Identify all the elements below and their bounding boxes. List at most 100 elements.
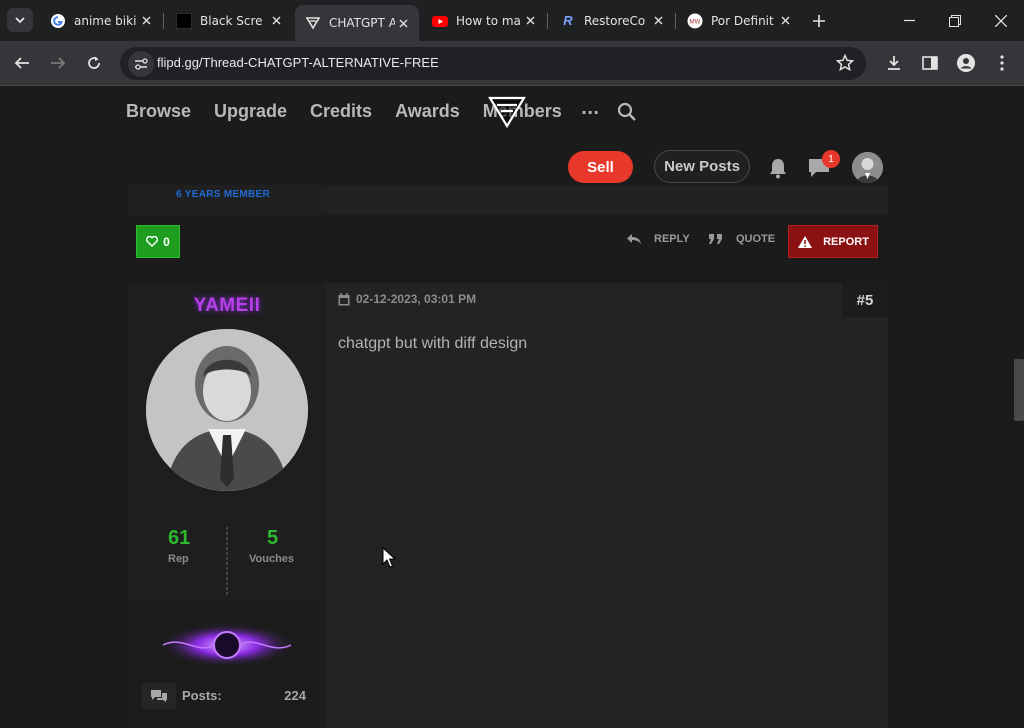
address-bar[interactable]: flipd.gg/Thread-CHATGPT-ALTERNATIVE-FREE: [120, 47, 866, 80]
mw-icon: MW: [687, 13, 703, 29]
nav-credits[interactable]: Credits: [310, 101, 372, 122]
post-author-sidebar: YAMEII 61 Rep 5 Vouches Posts: 224: [128, 283, 326, 728]
tab-black-screen[interactable]: Black Scre: [166, 7, 292, 34]
close-icon[interactable]: [138, 13, 154, 29]
post-5: YAMEII 61 Rep 5 Vouches Posts: 224 02-12…: [128, 283, 888, 728]
tab-title: How to ma: [456, 13, 521, 28]
warning-icon: [798, 235, 813, 248]
quote-label: QUOTE: [736, 233, 776, 245]
new-posts-button[interactable]: New Posts: [654, 150, 750, 183]
tab-title: anime biki: [74, 13, 137, 28]
page-scrollbar[interactable]: [1014, 359, 1024, 421]
arrow-left-icon: [14, 57, 29, 69]
url-text: flipd.gg/Thread-CHATGPT-ALTERNATIVE-FREE: [157, 55, 439, 70]
more-vert-icon: [1000, 55, 1004, 71]
notification-badge: 1: [822, 150, 840, 168]
userbar-decoration-icon: [226, 527, 228, 595]
report-label: REPORT: [823, 235, 869, 248]
restore-button[interactable]: [932, 0, 978, 41]
post-body: 02-12-2023, 03:01 PM #5 chatgpt but with…: [326, 283, 888, 728]
side-panel-button[interactable]: [916, 49, 944, 77]
close-window-button[interactable]: [978, 0, 1024, 41]
quote-icon: [709, 234, 722, 244]
award-banner-icon: [159, 623, 295, 667]
browser-toolbar: flipd.gg/Thread-CHATGPT-ALTERNATIVE-FREE: [0, 41, 1024, 86]
bell-icon[interactable]: [766, 156, 790, 180]
restore-r-icon: R: [563, 13, 573, 28]
nav-browse[interactable]: Browse: [126, 101, 191, 122]
comments-icon: [142, 683, 176, 709]
avatar[interactable]: [146, 329, 308, 491]
nav-upgrade[interactable]: Upgrade: [214, 101, 287, 122]
arrow-right-icon: [51, 57, 66, 69]
like-button[interactable]: 0: [136, 225, 180, 258]
close-icon[interactable]: [522, 13, 538, 29]
sell-button[interactable]: Sell: [568, 151, 633, 183]
nav-more-icon[interactable]: ···: [581, 103, 599, 122]
heart-icon: [146, 236, 159, 247]
previous-post: 6 YEARS MEMBER: [128, 185, 888, 215]
reply-label: REPLY: [654, 233, 690, 245]
tab-por-definicion[interactable]: MW Por Definit: [677, 7, 801, 34]
new-tab-button[interactable]: [808, 10, 830, 32]
reply-button[interactable]: REPLY: [626, 233, 690, 245]
site-info-icon[interactable]: [128, 51, 154, 77]
profile-button[interactable]: [952, 49, 980, 77]
report-button[interactable]: REPORT: [788, 225, 878, 258]
close-icon[interactable]: [777, 13, 793, 29]
post-number-link[interactable]: #5: [842, 283, 888, 317]
tab-google[interactable]: anime biki: [40, 7, 162, 34]
avatar[interactable]: [852, 152, 883, 183]
black-square-icon: [176, 12, 192, 29]
forward-button[interactable]: [44, 49, 72, 77]
like-count: 0: [163, 234, 170, 249]
youtube-icon: [432, 13, 448, 29]
reload-icon: [88, 56, 100, 69]
search-icon[interactable]: [617, 102, 637, 122]
nav-awards[interactable]: Awards: [395, 101, 460, 122]
post-content: chatgpt but with diff design: [338, 335, 528, 352]
tab-strip: anime biki Black Scre CHATGPT A How to m…: [0, 0, 1024, 41]
calendar-icon: [338, 292, 350, 305]
post-username[interactable]: YAMEII: [128, 295, 326, 317]
post-date: 02-12-2023, 03:01 PM: [338, 292, 476, 306]
side-panel-icon: [922, 56, 938, 70]
tab-title: RestoreCo: [584, 13, 646, 28]
rep-value: 61: [168, 527, 191, 549]
close-icon[interactable]: [268, 13, 284, 29]
vouches-value: 5: [267, 527, 279, 549]
tab-search-button[interactable]: [7, 8, 33, 32]
reload-button[interactable]: [80, 49, 108, 77]
posts-value: 224: [284, 688, 306, 703]
member-years-badge: 6 YEARS MEMBER: [176, 189, 271, 200]
chevron-down-icon: [15, 17, 25, 24]
tab-restore[interactable]: R RestoreCo: [550, 7, 674, 34]
tab-separator: [163, 13, 164, 29]
close-icon[interactable]: [395, 15, 411, 31]
posts-count-row: Posts: 224: [142, 683, 312, 709]
tab-title: CHATGPT A: [329, 16, 395, 30]
downloads-button[interactable]: [880, 49, 908, 77]
tab-separator: [675, 13, 676, 29]
restore-window-icon: [949, 14, 961, 27]
plus-icon: [813, 15, 825, 27]
browser-menu-button[interactable]: [988, 49, 1016, 77]
site-logo-icon[interactable]: [487, 95, 527, 129]
quote-button[interactable]: QUOTE: [708, 233, 775, 245]
tab-chatgpt-active[interactable]: CHATGPT A: [295, 5, 419, 41]
svg-text:MW: MW: [690, 19, 701, 25]
page-content: Browse Upgrade Credits Awards Members ··…: [0, 87, 1024, 728]
minimize-button[interactable]: [886, 0, 932, 41]
tab-separator: [547, 13, 548, 29]
close-icon[interactable]: [650, 13, 666, 29]
tab-title: Black Scre: [200, 13, 263, 28]
mouse-cursor-icon: [382, 547, 396, 568]
download-icon: [888, 56, 900, 70]
minimize-icon: [903, 19, 915, 22]
close-icon: [995, 14, 1007, 27]
bookmark-star-icon[interactable]: [836, 54, 854, 72]
back-button[interactable]: [8, 49, 36, 77]
tab-title: Por Definit: [711, 13, 774, 28]
flipd-logo-icon: [305, 15, 321, 31]
tab-youtube[interactable]: How to ma: [422, 7, 546, 34]
